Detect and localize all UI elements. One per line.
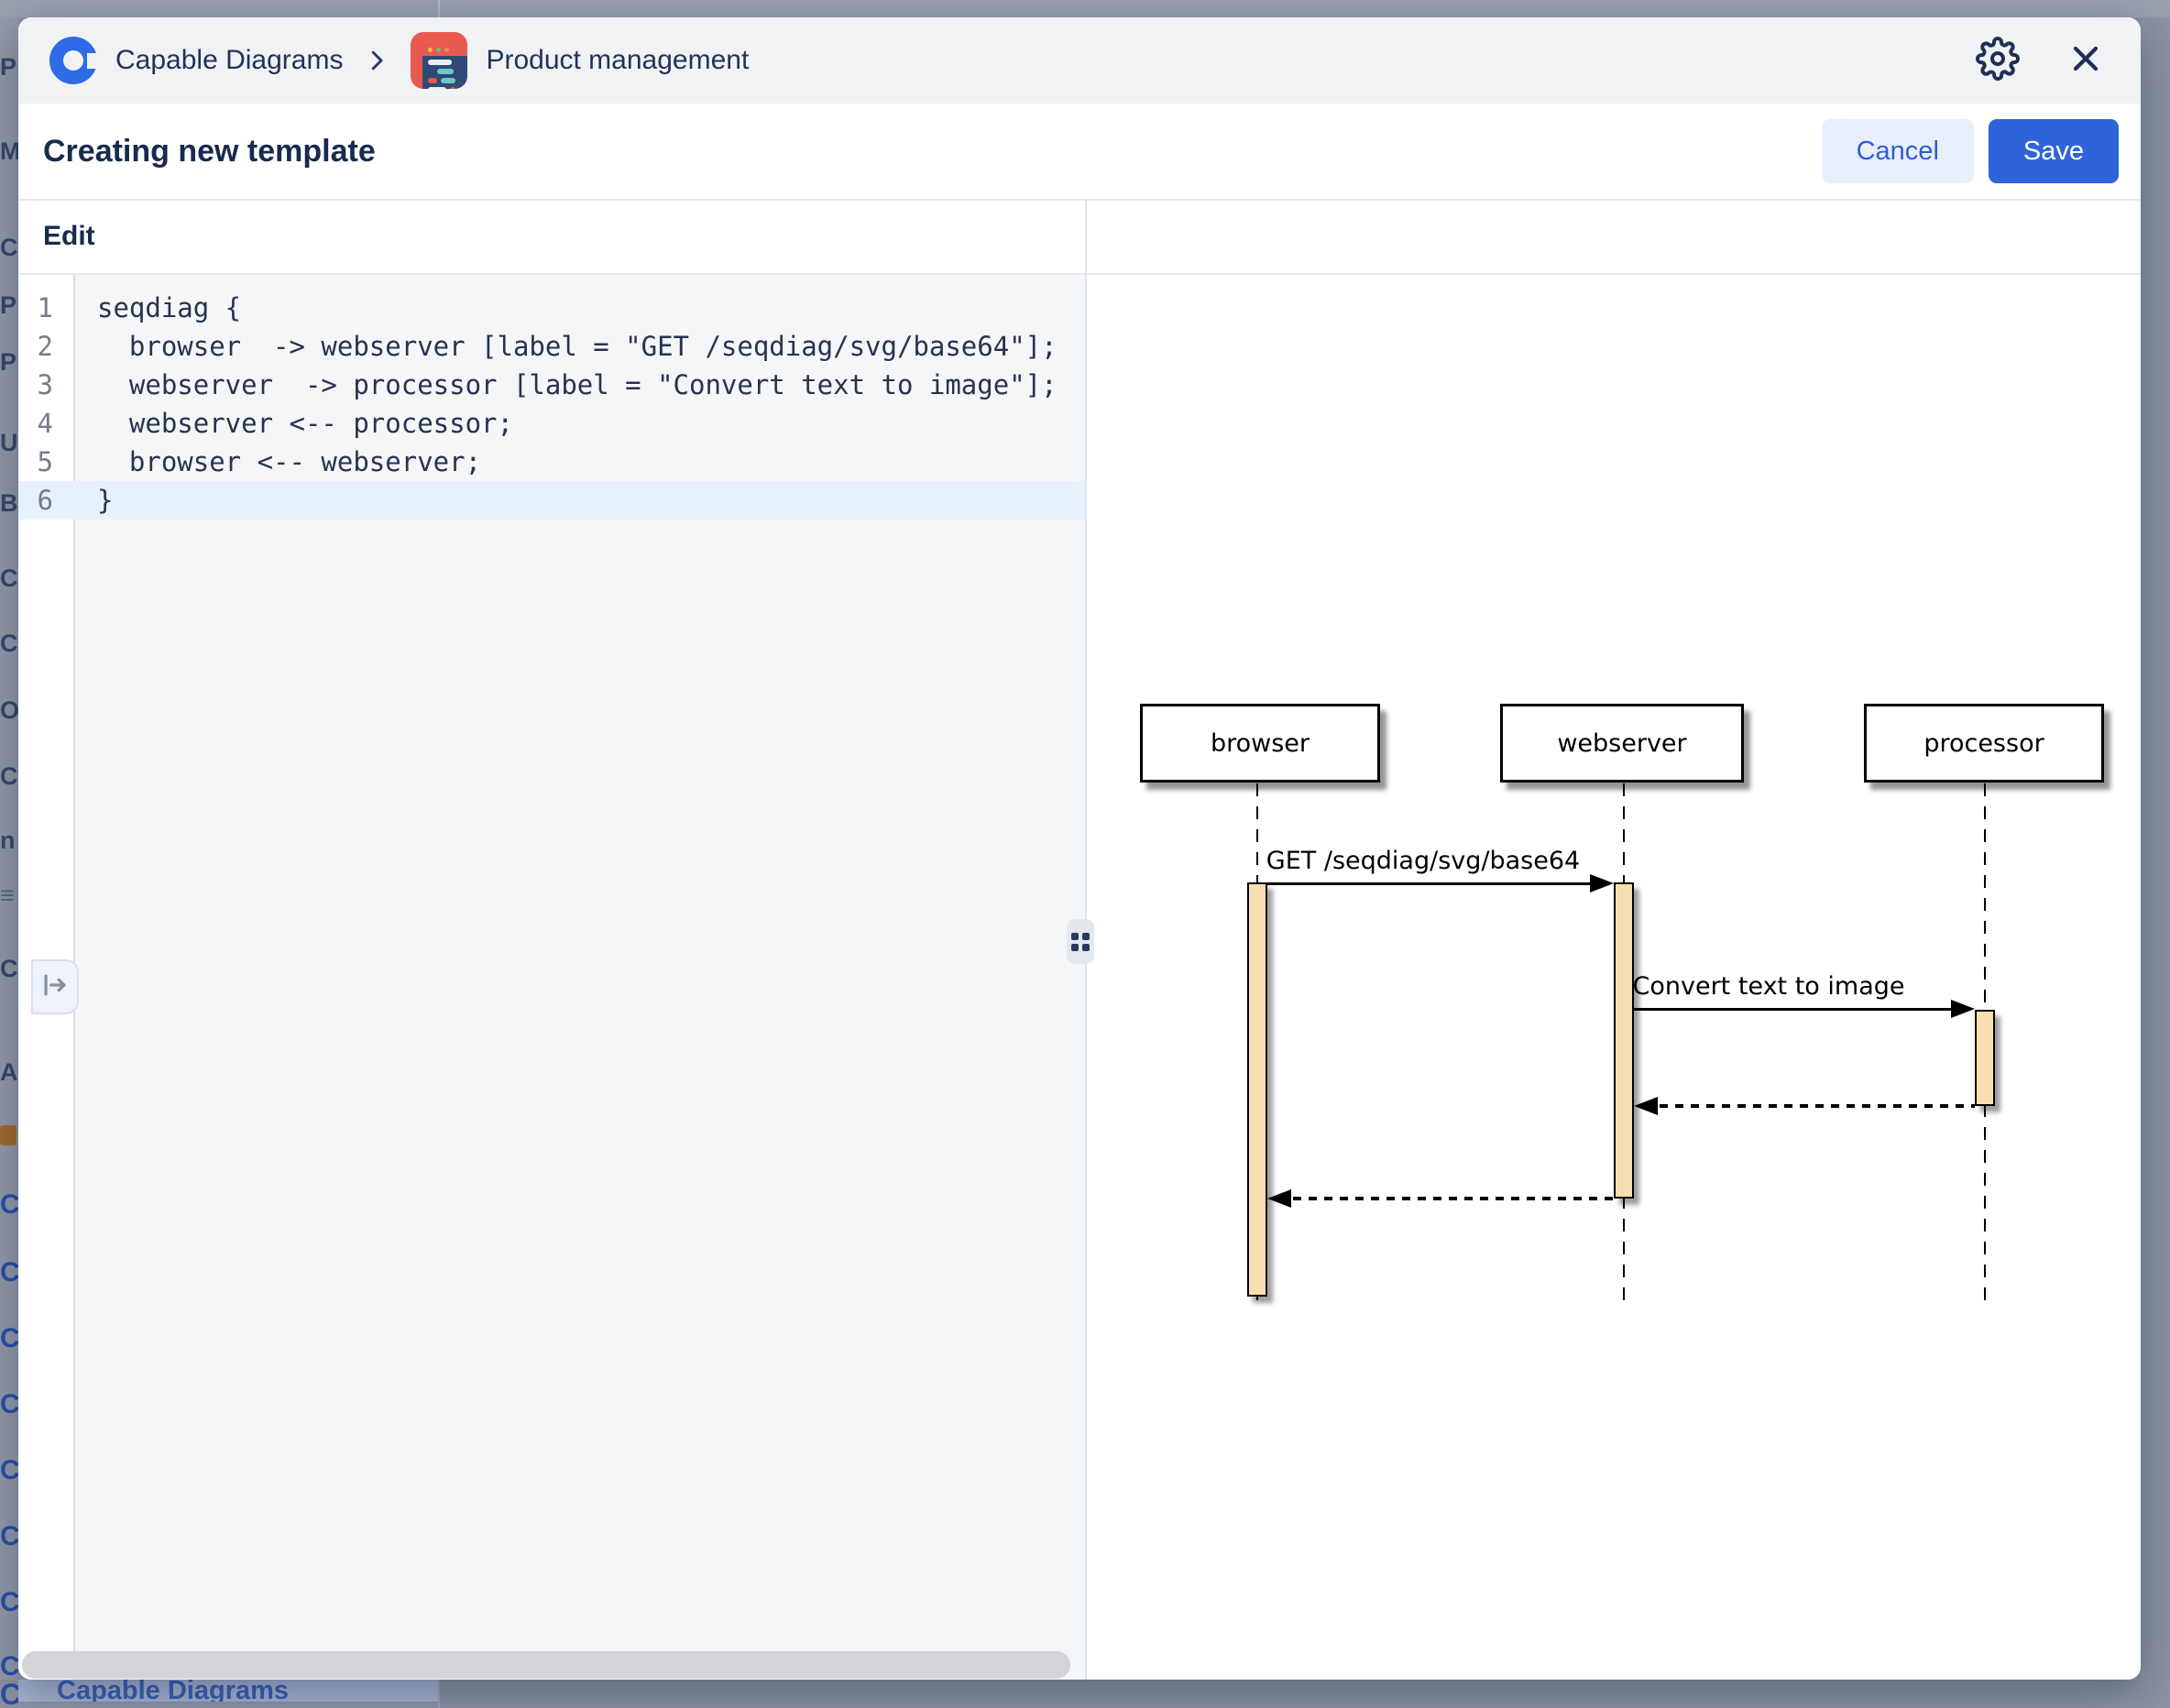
bg-fragment: AP [0, 1058, 18, 1087]
activation-processor [1975, 1010, 1995, 1106]
bg-logo-fragment: C [0, 1389, 18, 1420]
arrowhead-right-icon [1590, 874, 1614, 892]
actor-label: browser [1211, 729, 1310, 758]
bar-arrow-right-icon [39, 969, 71, 1005]
sidebar-expand-toggle[interactable] [31, 959, 79, 1014]
template-editor-dialog: Capable Diagrams Product managemen [18, 17, 2141, 1680]
actor-label: processor [1923, 729, 2044, 758]
backdrop-left-strip: Pr M Cl Pr Pr Ul By Ca Ca O Cl n ≡ Cr AP… [0, 17, 18, 1680]
bg-fragment: Ca [0, 630, 18, 658]
actor-box-webserver: webserver [1500, 704, 1744, 783]
actor-box-processor: processor [1864, 704, 2104, 783]
bg-fragment: By [0, 489, 18, 518]
bg-orange-icon [0, 1125, 16, 1145]
bg-fragment: Cl [0, 234, 18, 262]
activation-browser [1247, 882, 1267, 1297]
backdrop-divider [438, 1680, 440, 1708]
bg-fragment: n [0, 827, 18, 855]
pane-resize-handle[interactable] [1067, 919, 1094, 964]
message-line [1267, 882, 1590, 885]
bg-selected-nav-label: Capable Diagrams [57, 1680, 289, 1703]
arrowhead-left-icon [1634, 1097, 1658, 1115]
bg-logo-fragment: C [0, 1257, 18, 1288]
bg-logo-fragment: C [0, 1323, 18, 1354]
bg-fragment: Ul [0, 429, 18, 457]
bg-fragment: Cr [0, 955, 18, 983]
bg-logo-fragment: C [0, 1521, 18, 1552]
bg-logo-fragment: C [0, 1455, 18, 1486]
message-line [1634, 1008, 1951, 1011]
backdrop-bottom: C Capable Diagrams [0, 1680, 2170, 1708]
sequence-diagram: browser webserver processor GET /seqdiag… [18, 17, 2141, 1680]
bg-selected-nav-item: Capable Diagrams [18, 1680, 438, 1703]
return-line [1660, 1104, 1975, 1108]
bg-fragment: M [0, 137, 18, 166]
message-label: GET /seqdiag/svg/base64 [1240, 847, 1606, 875]
actor-label: webserver [1557, 729, 1686, 758]
arrowhead-left-icon [1267, 1189, 1291, 1208]
bg-fragment: Cl [0, 762, 18, 791]
backdrop-top [0, 0, 2170, 17]
backdrop-divider [438, 0, 440, 17]
arrowhead-right-icon [1951, 1000, 1975, 1018]
bg-logo-fragment: C [0, 1189, 18, 1221]
return-line [1293, 1197, 1614, 1200]
bg-fragment: ≡ [0, 881, 18, 910]
bg-logo-fragment: C [0, 1587, 18, 1618]
bg-logo-fragment: C [0, 1651, 18, 1680]
bg-fragment: O [0, 696, 18, 725]
actor-box-browser: browser [1140, 704, 1380, 783]
message-label: Convert text to image [1585, 972, 1952, 1001]
bg-fragment: Pr [0, 348, 18, 377]
bg-fragment: Pr [0, 53, 18, 82]
screen: Pr M Cl Pr Pr Ul By Ca Ca O Cl n ≡ Cr AP… [0, 0, 2170, 1708]
backdrop-right [2141, 17, 2170, 1680]
bg-bottom-shade [18, 1702, 438, 1708]
bg-fragment: Ca [0, 564, 18, 593]
grip-dots-icon [1071, 933, 1090, 951]
activation-webserver [1614, 882, 1634, 1199]
bg-fragment: Pr [0, 291, 18, 320]
